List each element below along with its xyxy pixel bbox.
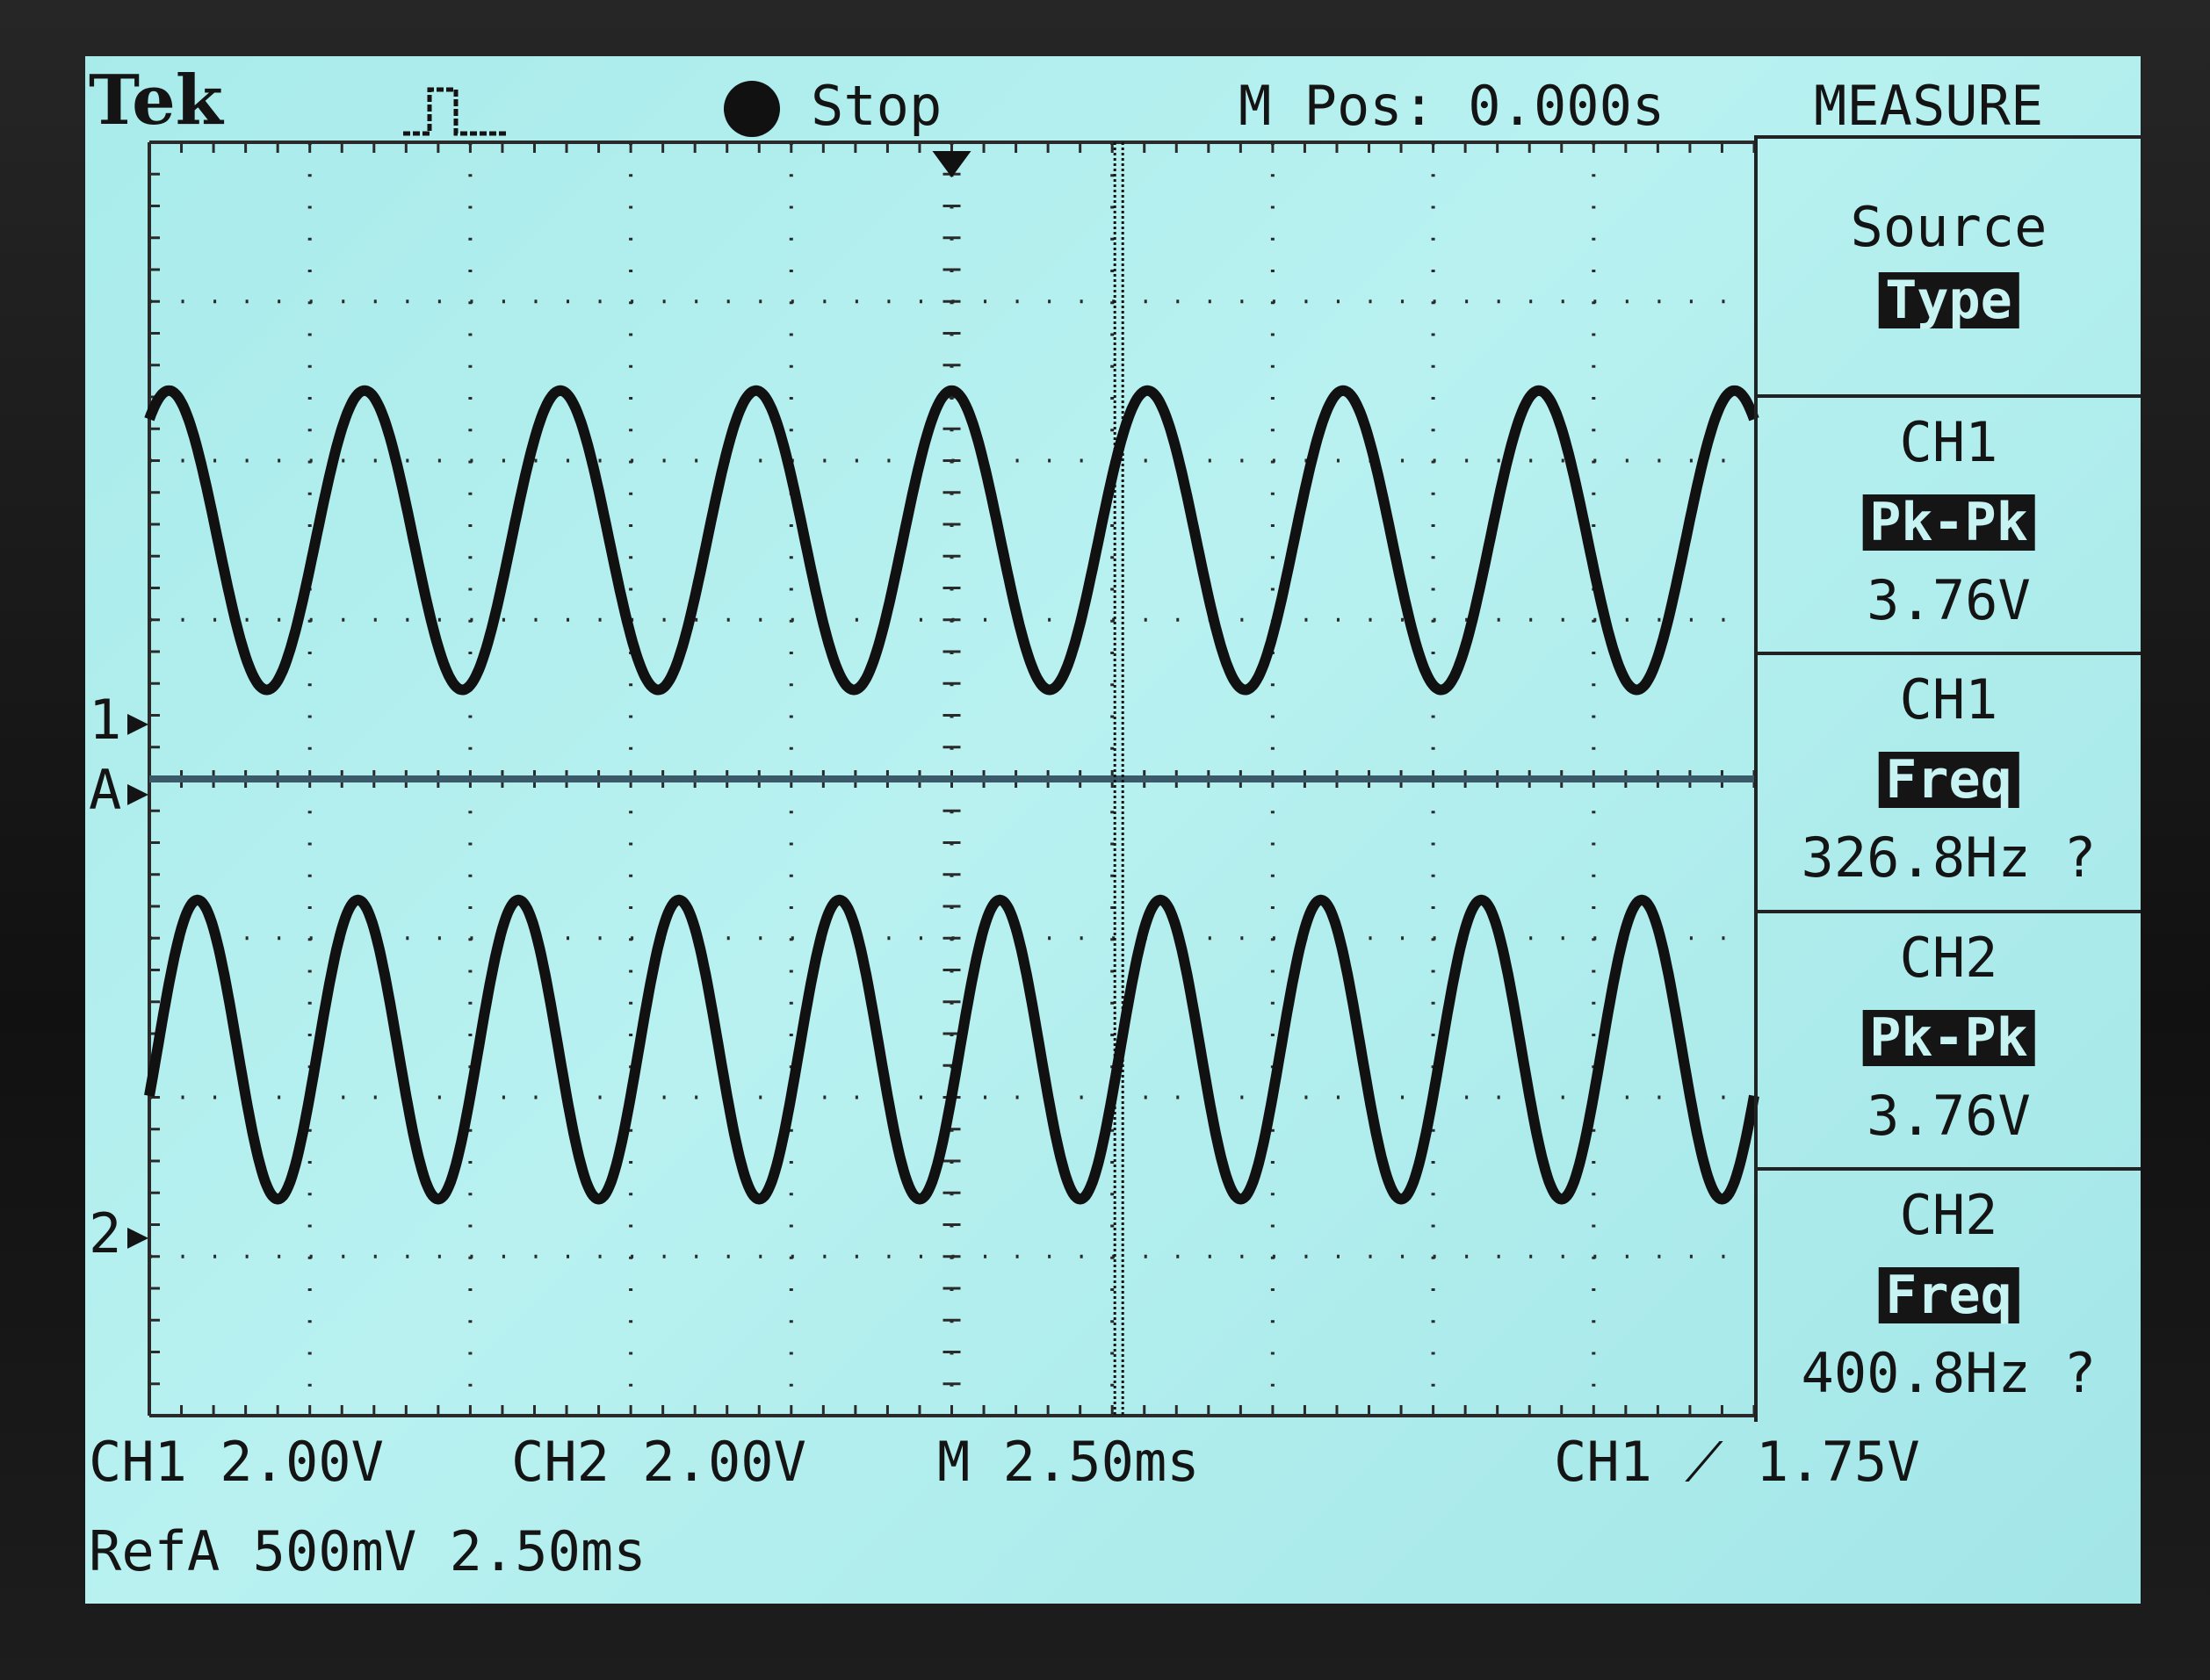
menu-slot-title: CH2	[1899, 926, 1998, 990]
menu-slot-value: 3.76V	[1867, 568, 2031, 632]
menu-slot-4[interactable]: CH2 Pk-Pk 3.76V	[1757, 910, 2141, 1171]
trigger-readout: CH1 ⟋ 1.75V	[1554, 1430, 1920, 1494]
menu-slot-value: 3.76V	[1867, 1084, 2031, 1148]
menu-slot-title: CH1	[1899, 667, 1998, 732]
menu-slot-selection: Freq	[1878, 1267, 2019, 1323]
menu-slot-title: CH1	[1899, 410, 1998, 474]
menu-slot-value: 326.8Hz ?	[1801, 826, 2097, 890]
menu-slot-2[interactable]: CH1 Pk-Pk 3.76V	[1757, 394, 2141, 655]
menu-slot-selection: Pk-Pk	[1862, 1010, 2035, 1066]
oscilloscope-screen: Tek Stop M Pos: 0.000s MEASURE 1▸ A▸ 2▸ …	[85, 56, 2141, 1604]
menu-slot-1[interactable]: Source Type	[1757, 135, 2141, 396]
menu-slot-title: CH2	[1899, 1183, 1998, 1247]
timebase-readout: M 2.50ms	[937, 1430, 1200, 1494]
ch1-marker: 1▸	[89, 688, 155, 752]
menu-slot-5[interactable]: CH2 Freq 400.8Hz ?	[1757, 1167, 2141, 1428]
trigger-position-icon	[932, 151, 971, 177]
menu-slot-selection: Pk-Pk	[1862, 494, 2035, 551]
menu-slot-selection: Freq	[1878, 752, 2019, 808]
menu-slot-selection: Type	[1878, 272, 2019, 328]
ch2-scale: CH2 2.00V	[511, 1430, 806, 1494]
menu-slot-title: Source	[1850, 195, 2048, 259]
ch2-marker: 2▸	[89, 1201, 155, 1265]
ch1-trace	[144, 385, 1759, 696]
ref-a-marker: A▸	[89, 758, 155, 822]
menu-slot-value: 400.8Hz ?	[1801, 1341, 2097, 1405]
ch2-trace	[144, 894, 1759, 1205]
ref-a-readout: RefA 500mV 2.50ms	[89, 1519, 646, 1583]
menu-slot-3[interactable]: CH1 Freq 326.8Hz ?	[1757, 652, 2141, 912]
ch1-scale: CH1 2.00V	[89, 1430, 384, 1494]
side-menu-divider	[1754, 135, 1758, 1422]
